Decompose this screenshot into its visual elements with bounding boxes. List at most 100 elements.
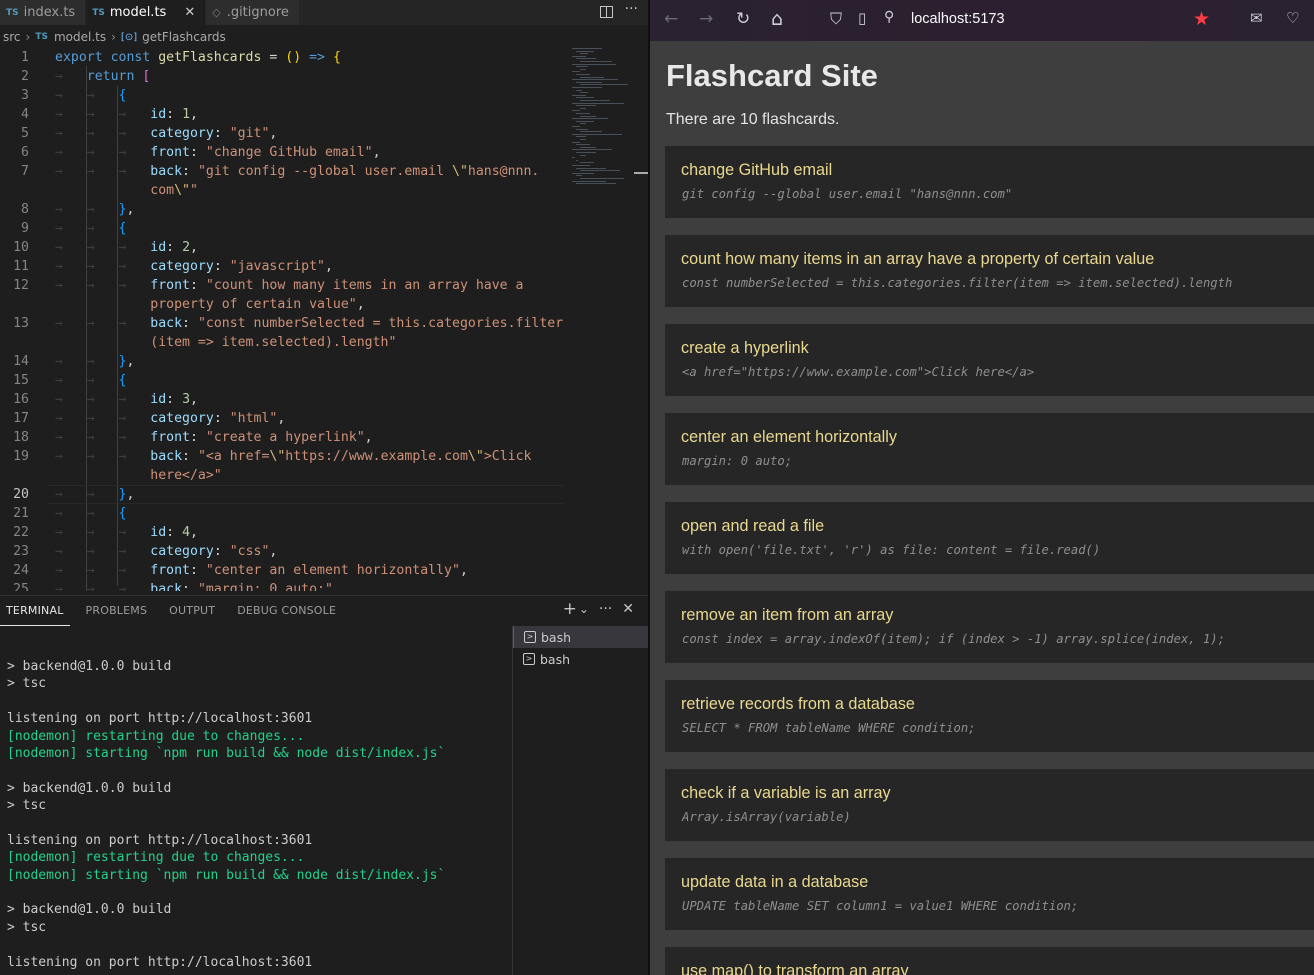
- code-token: \": [452, 164, 468, 179]
- split-editor-icon[interactable]: [599, 6, 613, 18]
- flashcard[interactable]: retrieve records from a database SELECT *…: [665, 680, 1314, 752]
- terminal-item[interactable]: > bash: [513, 648, 648, 670]
- code-token: :: [182, 164, 198, 179]
- code-token: here</a>": [150, 468, 222, 483]
- code-line[interactable]: 23 → → → category: "css",: [0, 542, 565, 561]
- back-icon[interactable]: ←: [664, 9, 678, 29]
- permissions-icon[interactable]: ⚲: [884, 9, 894, 25]
- code-line[interactable]: here</a>": [0, 466, 565, 485]
- code-line[interactable]: 2 → return [: [0, 67, 565, 86]
- code-line[interactable]: 12 → → → front: "count how many items in …: [0, 276, 565, 295]
- code-line[interactable]: 16 → → → id: 3,: [0, 390, 565, 409]
- code-token: return: [86, 69, 143, 84]
- tab-index-ts[interactable]: TS index.ts: [0, 0, 87, 25]
- tab-problems[interactable]: PROBLEMS: [80, 596, 154, 626]
- pocket-icon[interactable]: ♡: [1286, 9, 1299, 27]
- code-line[interactable]: 3 → → {: [0, 86, 565, 105]
- new-terminal-icon[interactable]: +: [563, 599, 577, 619]
- code-line[interactable]: 22 → → → id: 4,: [0, 523, 565, 542]
- code-line[interactable]: 7 → → → back: "git config --global user.e…: [0, 162, 565, 181]
- code-token: → → →: [55, 430, 151, 445]
- library-icon[interactable]: ✉: [1250, 9, 1263, 27]
- browser-window: ← → ↻ ⌂ ⛉ ▯ ⚲ localhost:5173 ★ ✉ ♡ Flash…: [650, 0, 1314, 975]
- flashcard[interactable]: center an element horizontally margin: 0 …: [665, 413, 1314, 485]
- url-bar[interactable]: localhost:5173: [911, 11, 1005, 27]
- code-line[interactable]: 10 → → → id: 2,: [0, 238, 565, 257]
- code-line[interactable]: 4 → → → id: 1,: [0, 105, 565, 124]
- code-line[interactable]: property of certain value",: [0, 295, 565, 314]
- bookmark-star-icon[interactable]: ★: [1193, 8, 1210, 30]
- code-token: 3: [182, 392, 191, 407]
- forward-icon[interactable]: →: [699, 9, 713, 29]
- chevron-down-icon[interactable]: ⌄: [579, 602, 589, 616]
- line-number: 13: [13, 316, 29, 331]
- flashcard[interactable]: change GitHub email git config --global u…: [665, 146, 1314, 218]
- line-number: 19: [13, 449, 29, 464]
- minimap-line: [580, 76, 604, 78]
- code-line[interactable]: 6 → → → front: "change GitHub email",: [0, 143, 565, 162]
- flashcard[interactable]: count how many items in an array have a …: [665, 235, 1314, 307]
- more-actions-icon[interactable]: ···: [625, 1, 638, 18]
- reload-icon[interactable]: ↻: [736, 9, 750, 29]
- function-symbol-icon: [⊙]: [120, 31, 138, 43]
- more-actions-icon[interactable]: ···: [599, 601, 612, 617]
- code-token: 4: [182, 525, 191, 540]
- breadcrumb-symbol[interactable]: getFlashcards: [142, 30, 226, 44]
- tab-model-ts[interactable]: TS model.ts ✕: [86, 0, 207, 25]
- minimap-line: [572, 141, 580, 143]
- page-info-icon[interactable]: ▯: [858, 9, 866, 27]
- breadcrumb-folder[interactable]: src: [3, 30, 21, 44]
- terminal-item[interactable]: > bash: [513, 626, 648, 648]
- tab-terminal[interactable]: TERMINAL: [0, 596, 70, 626]
- code-line[interactable]: 11 → → → category: "javascript",: [0, 257, 565, 276]
- flashcard-back: const numberSelected = this.categories.f…: [682, 276, 1233, 290]
- flashcard-front: remove an item from an array: [681, 606, 894, 624]
- flashcard[interactable]: remove an item from an array const index …: [665, 591, 1314, 663]
- flashcard-front: change GitHub email: [681, 161, 833, 179]
- minimap[interactable]: [568, 46, 630, 196]
- code-line[interactable]: 14 → → },: [0, 352, 565, 371]
- code-line[interactable]: 24 → → → front: "center an element horizo…: [0, 561, 565, 580]
- code-line[interactable]: 17 → → → category: "html",: [0, 409, 565, 428]
- minimap-line: [576, 136, 586, 138]
- code-token: front: [150, 278, 190, 293]
- code-token: "html": [229, 411, 278, 426]
- code-line[interactable]: 9 → → {: [0, 219, 565, 238]
- line-number: 22: [13, 525, 29, 540]
- code-token: → →: [55, 487, 119, 502]
- code-line[interactable]: 19 → → → back: "<a href=\"https://www.exa…: [0, 447, 565, 466]
- home-icon[interactable]: ⌂: [771, 8, 783, 30]
- code-line[interactable]: 8 → → },: [0, 200, 565, 219]
- code-line[interactable]: 5 → → → category: "git",: [0, 124, 565, 143]
- tab-gitignore[interactable]: ◇ .gitignore: [206, 0, 300, 25]
- code-line[interactable]: 18 → → → front: "create a hyperlink",: [0, 428, 565, 447]
- flashcard[interactable]: check if a variable is an array Array.isA…: [665, 769, 1314, 841]
- code-line[interactable]: 13 → → → back: "const numberSelected = th…: [0, 314, 565, 333]
- close-icon[interactable]: ✕: [622, 601, 634, 617]
- breadcrumb: src › TS model.ts › [⊙] getFlashcards: [0, 28, 648, 46]
- code-token: back: [150, 582, 183, 591]
- flashcard[interactable]: update data in a database UPDATE tableNam…: [665, 858, 1314, 930]
- flashcard[interactable]: use map() to transform an array: [665, 947, 1314, 975]
- terminal-output[interactable]: > backend@1.0.0 build > tsc listening on p…: [7, 658, 507, 971]
- code-line[interactable]: 20 → → },: [0, 485, 565, 504]
- code-editor[interactable]: 1 export const getFlashcards = () => {2 → …: [0, 46, 565, 591]
- code-line[interactable]: com\"": [0, 181, 565, 200]
- flashcard[interactable]: create a hyperlink <a href="https://www.e…: [665, 324, 1314, 396]
- code-line[interactable]: (item => item.selected).length": [0, 333, 565, 352]
- code-line[interactable]: 15 → → {: [0, 371, 565, 390]
- flashcard[interactable]: open and read a file with open('file.txt'…: [665, 502, 1314, 574]
- tab-debug-console[interactable]: DEBUG CONSOLE: [231, 596, 342, 626]
- terminal-line: > tsc: [7, 798, 47, 814]
- code-token: =>: [309, 50, 325, 65]
- code-line[interactable]: 25 → → → back: "margin: 0 auto;": [0, 580, 565, 591]
- code-token: "count how many items in an array have a: [205, 278, 524, 293]
- code-line[interactable]: 1 export const getFlashcards = () => {: [0, 48, 565, 67]
- code-line[interactable]: 21 → → {: [0, 504, 565, 523]
- breadcrumb-file[interactable]: model.ts: [54, 30, 106, 44]
- tab-output[interactable]: OUTPUT: [163, 596, 221, 626]
- close-icon[interactable]: ✕: [184, 5, 195, 20]
- shield-icon[interactable]: ⛉: [830, 9, 842, 29]
